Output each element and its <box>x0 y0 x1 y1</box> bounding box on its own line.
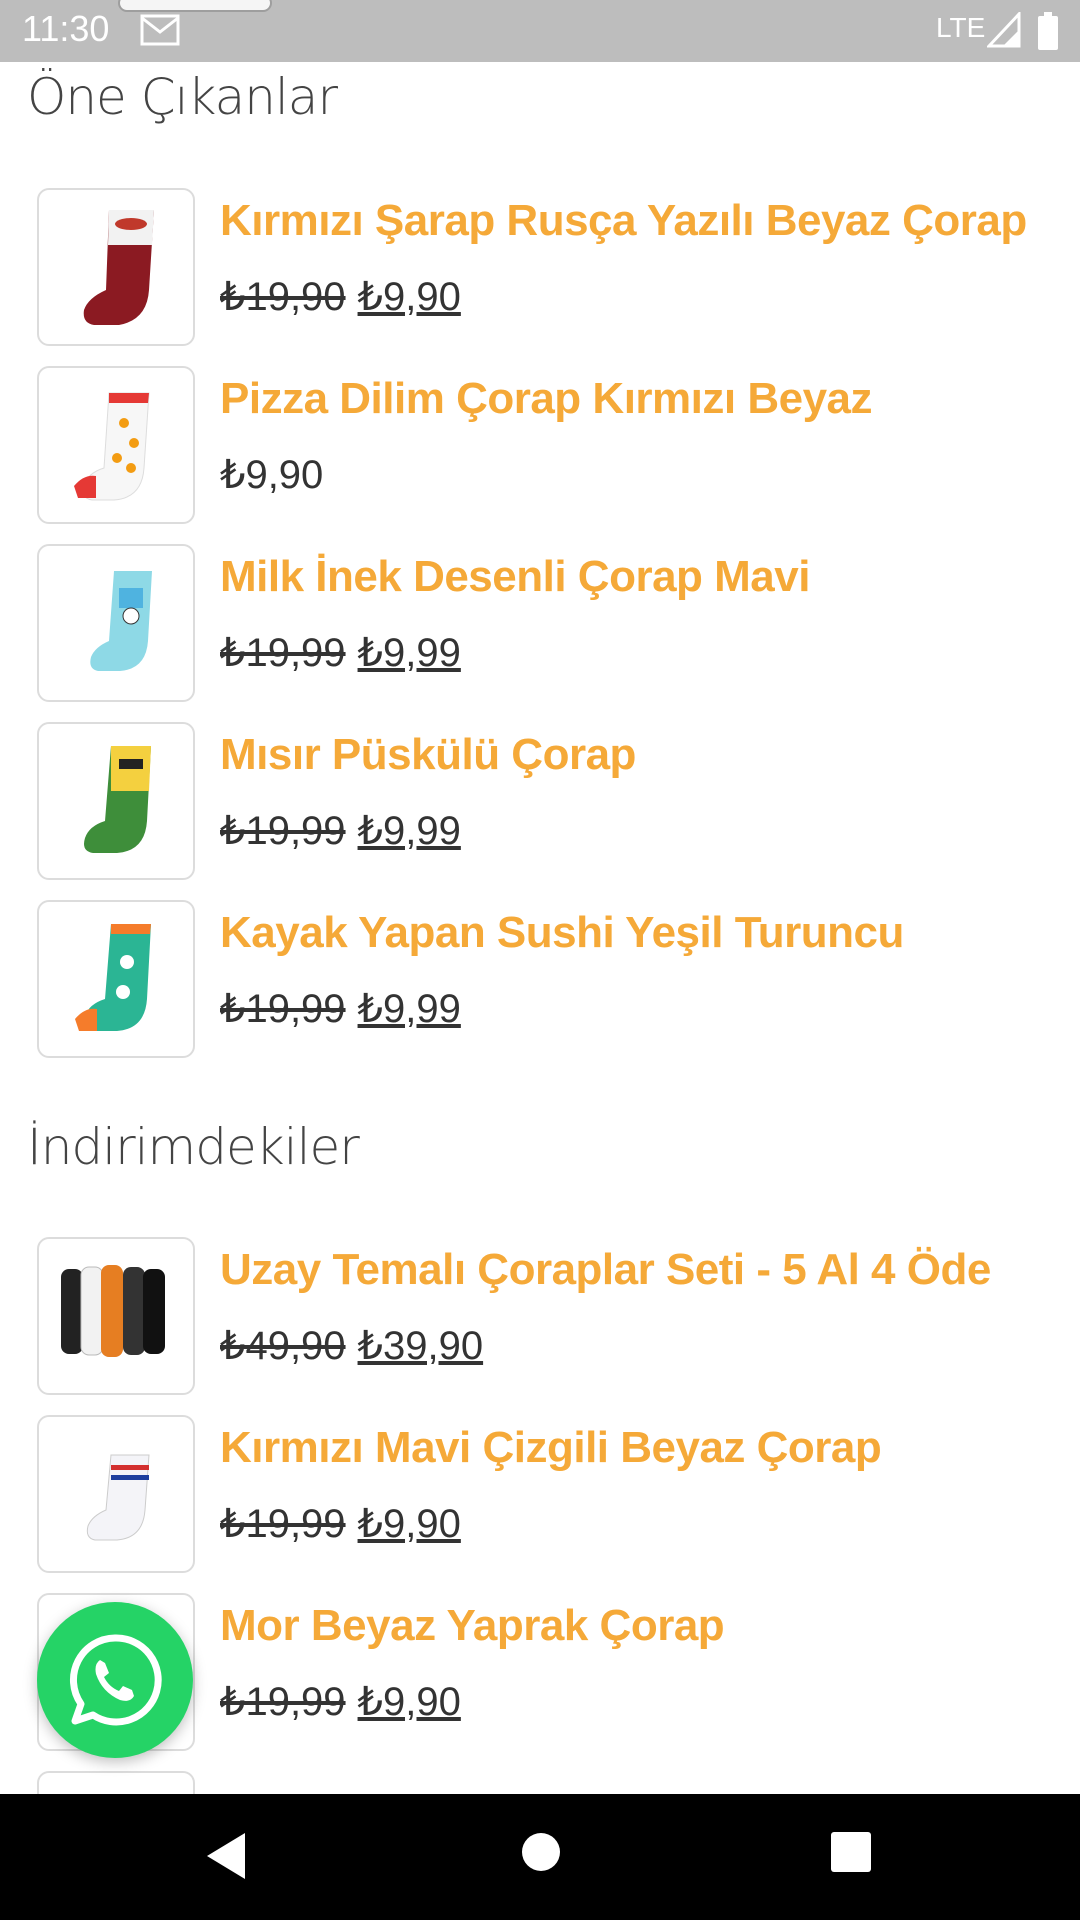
product-name[interactable]: Kırmızı Mavi Çizgili Beyaz Çorap <box>220 1423 882 1473</box>
product-list-page: Öne Çıkanlar Kırmızı Şarap Rusça Yazılı … <box>0 62 1080 1794</box>
product-thumbnail[interactable] <box>37 188 195 346</box>
back-icon[interactable] <box>205 1831 249 1886</box>
product-item-partial[interactable] <box>0 1771 1080 1794</box>
recents-icon[interactable] <box>830 1831 872 1878</box>
product-item[interactable]: Mısır Püskülü Çorap ₺19,99 ₺9,99 <box>0 722 1080 882</box>
product-item[interactable]: Milk İnek Desenli Çorap Mavi ₺19,99 ₺9,99 <box>0 544 1080 704</box>
current-price: ₺39,90 <box>357 1324 484 1368</box>
product-thumbnail[interactable] <box>37 1771 195 1794</box>
product-prices: ₺19,99 ₺9,90 <box>220 1679 461 1725</box>
product-prices: ₺19,99 ₺9,90 <box>220 1501 461 1547</box>
product-thumbnail[interactable] <box>37 544 195 702</box>
product-thumbnail[interactable] <box>37 722 195 880</box>
old-price: ₺19,90 <box>220 275 346 319</box>
old-price: ₺19,99 <box>220 1680 346 1724</box>
product-item[interactable]: Pizza Dilim Çorap Kırmızı Beyaz ₺9,90 <box>0 366 1080 526</box>
navigation-bar <box>0 1794 1080 1920</box>
product-item[interactable]: Uzay Temalı Çoraplar Seti - 5 Al 4 Öde ₺… <box>0 1237 1080 1397</box>
old-price: ₺49,90 <box>220 1324 346 1368</box>
old-price: ₺19,99 <box>220 1502 346 1546</box>
product-thumbnail[interactable] <box>37 900 195 1058</box>
current-price: ₺9,90 <box>357 275 461 319</box>
status-time: 11:30 <box>22 8 110 49</box>
product-name[interactable]: Uzay Temalı Çoraplar Seti - 5 Al 4 Öde <box>220 1245 991 1295</box>
product-thumbnail[interactable] <box>37 1415 195 1573</box>
product-prices: ₺19,99 ₺9,99 <box>220 808 461 854</box>
old-price: ₺19,99 <box>220 987 346 1031</box>
product-prices: ₺9,90 <box>220 452 323 498</box>
section-title-featured: Öne Çıkanlar <box>27 68 338 126</box>
old-price: ₺19,99 <box>220 631 346 675</box>
home-icon[interactable] <box>520 1831 562 1878</box>
network-label: LTE <box>936 12 986 43</box>
product-name[interactable]: Kayak Yapan Sushi Yeşil Turuncu <box>220 908 904 958</box>
product-prices: ₺19,99 ₺9,99 <box>220 630 461 676</box>
product-thumbnail[interactable] <box>37 366 195 524</box>
product-thumbnail[interactable] <box>37 1237 195 1395</box>
product-prices: ₺19,90 ₺9,90 <box>220 274 461 320</box>
current-price: ₺9,90 <box>220 453 324 497</box>
product-item[interactable]: Kayak Yapan Sushi Yeşil Turuncu ₺19,99 ₺9… <box>0 900 1080 1060</box>
top-peek-element <box>118 0 272 12</box>
signal-icon <box>985 10 1021 53</box>
current-price: ₺9,90 <box>357 1502 461 1546</box>
battery-icon <box>1037 12 1059 55</box>
old-price: ₺19,99 <box>220 809 346 853</box>
product-name[interactable]: Mor Beyaz Yaprak Çorap <box>220 1601 725 1651</box>
section-title-discounted: İndirimdekiler <box>27 1118 360 1176</box>
current-price: ₺9,99 <box>357 809 461 853</box>
product-name[interactable]: Kırmızı Şarap Rusça Yazılı Beyaz Çorap <box>220 196 1027 246</box>
current-price: ₺9,90 <box>357 1680 461 1724</box>
current-price: ₺9,99 <box>357 987 461 1031</box>
whatsapp-icon <box>69 1634 162 1726</box>
product-name[interactable]: Pizza Dilim Çorap Kırmızı Beyaz <box>220 374 873 424</box>
product-item[interactable]: Kırmızı Şarap Rusça Yazılı Beyaz Çorap ₺… <box>0 188 1080 348</box>
mail-icon <box>140 14 180 51</box>
status-bar: 11:30 LTE <box>0 0 1080 62</box>
product-name[interactable]: Mısır Püskülü Çorap <box>220 730 636 780</box>
current-price: ₺9,99 <box>357 631 461 675</box>
product-prices: ₺49,90 ₺39,90 <box>220 1323 483 1369</box>
product-item[interactable]: Kırmızı Mavi Çizgili Beyaz Çorap ₺19,99 ₺… <box>0 1415 1080 1575</box>
product-prices: ₺19,99 ₺9,99 <box>220 986 461 1032</box>
product-name[interactable]: Milk İnek Desenli Çorap Mavi <box>220 552 810 602</box>
whatsapp-button[interactable] <box>37 1602 193 1758</box>
